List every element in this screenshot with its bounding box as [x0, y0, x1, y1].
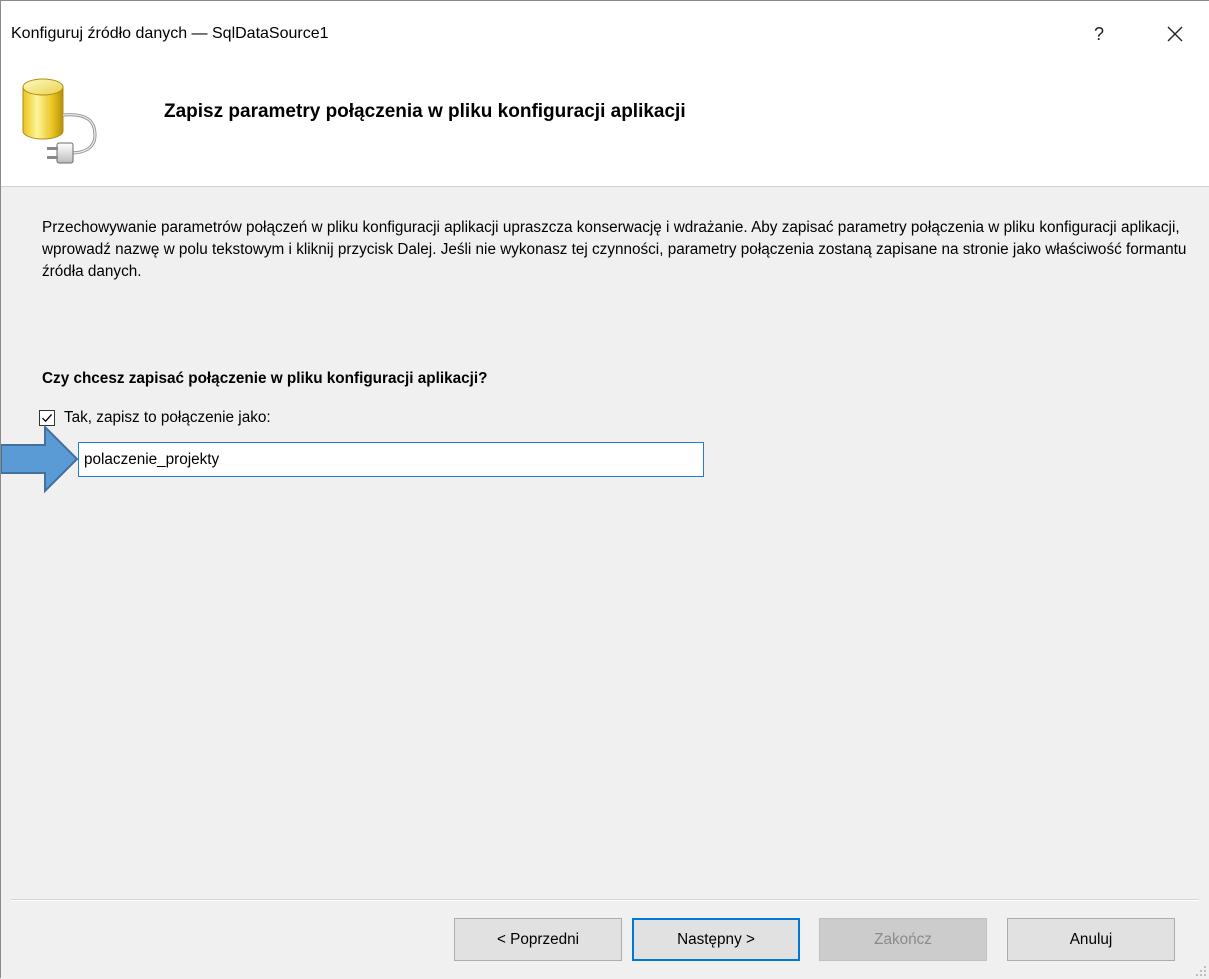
dialog-window: Konfiguruj źródło danych — SqlDataSource… [0, 0, 1209, 978]
wizard-step-title: Zapisz parametry połączenia w pliku konf… [164, 101, 686, 122]
next-button[interactable]: Następny > [632, 918, 800, 961]
previous-button[interactable]: < Poprzedni [454, 918, 622, 961]
description-text: Przechowywanie parametrów połączeń w pli… [42, 219, 1187, 280]
finish-button: Zakończ [819, 918, 987, 961]
window-title: Konfiguruj źródło danych — SqlDataSource… [11, 25, 329, 42]
pointer-arrow-icon [1, 424, 79, 494]
close-button[interactable] [1153, 15, 1197, 53]
cancel-button[interactable]: Anuluj [1007, 918, 1175, 961]
connection-name-input[interactable] [78, 442, 704, 477]
wizard-header: Zapisz parametry połączenia w pliku konf… [1, 61, 1209, 187]
close-icon [1167, 26, 1183, 42]
save-connection-label: Tak, zapisz to połączenie jako: [64, 409, 271, 426]
help-button[interactable]: ? [1079, 17, 1119, 51]
save-question: Czy chcesz zapisać połączenie w pliku ko… [42, 370, 488, 387]
wizard-footer: < Poprzedni Następny > Zakończ Anuluj [1, 901, 1209, 979]
title-bar: Konfiguruj źródło danych — SqlDataSource… [1, 1, 1209, 61]
database-plug-icon [22, 78, 97, 164]
resize-grip-icon[interactable] [1195, 965, 1207, 977]
wizard-content: Przechowywanie parametrów połączeń w pli… [1, 187, 1209, 799]
